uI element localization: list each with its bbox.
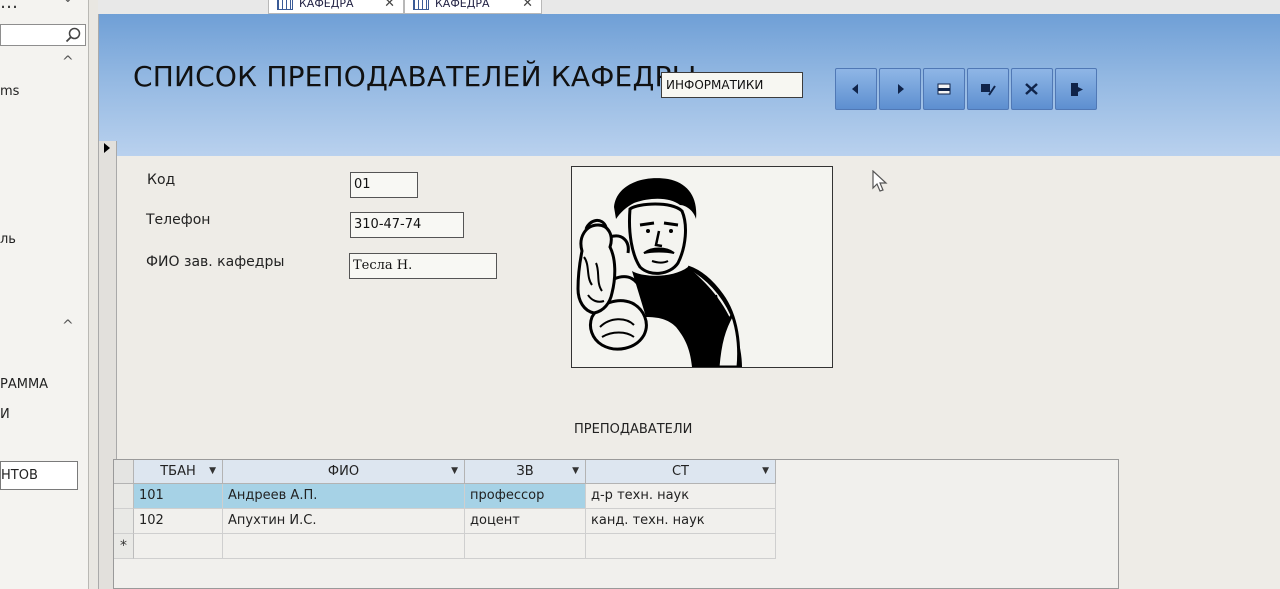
- table-row[interactable]: 102 Апухтин И.С. доцент канд. техн. наук: [114, 509, 1118, 534]
- previous-record-icon: [852, 84, 858, 94]
- dropdown-arrow-icon[interactable]: ▼: [209, 460, 216, 483]
- tab-label: КАФЕДРА: [435, 0, 490, 10]
- phone-label: Телефон: [146, 212, 211, 228]
- table-cell[interactable]: доцент: [465, 509, 586, 534]
- nav-item-selected[interactable]: НТОВ: [0, 461, 78, 490]
- row-selector[interactable]: [114, 509, 134, 534]
- head-photo[interactable]: [571, 166, 833, 369]
- form-title: СПИСОК ПРЕПОДАВАТЕЛЕЙ КАФЕДРЫ: [133, 60, 697, 93]
- previous-record-button[interactable]: [835, 68, 877, 110]
- document-tab-strip: КАФЕДРА ✕ КАФЕДРА ✕: [98, 0, 1280, 14]
- edit-record-icon: [981, 84, 996, 96]
- next-record-icon: [898, 84, 904, 94]
- dropdown-arrow-icon[interactable]: ▼: [762, 460, 769, 483]
- more-options-icon[interactable]: …: [0, 0, 18, 13]
- nav-item[interactable]: РАММА: [0, 377, 48, 392]
- delete-record-button[interactable]: [1011, 68, 1053, 110]
- close-icon[interactable]: ✕: [384, 0, 395, 13]
- teachers-subform: ТБАН ▼ ФИО ▼ ЗВ ▼ СТ ▼ 101 Андреев А.П. …: [113, 459, 1119, 589]
- column-header-label: ФИО: [327, 464, 360, 479]
- department-head-label: ФИО зав. кафедры: [146, 254, 285, 270]
- nav-item[interactable]: ms: [0, 84, 19, 99]
- department-field[interactable]: ИНФОРМАТИКИ: [661, 72, 803, 98]
- table-cell[interactable]: канд. техн. наук: [586, 509, 776, 534]
- form-icon: [277, 0, 293, 10]
- nav-item[interactable]: И: [0, 407, 10, 422]
- department-head-field[interactable]: Тесла Н.: [349, 253, 497, 279]
- search-icon[interactable]: [65, 27, 81, 43]
- form-header: СПИСОК ПРЕПОДАВАТЕЛЕЙ КАФЕДРЫ ИНФОРМАТИК…: [99, 14, 1280, 156]
- table-cell[interactable]: [223, 534, 465, 559]
- search-input[interactable]: [0, 24, 86, 46]
- edit-record-button[interactable]: [967, 68, 1009, 110]
- navigation-pane: … ⌄ ^ ms ль ^ РАММА И НТОВ: [0, 0, 89, 589]
- table-row[interactable]: 101 Андреев А.П. профессор д-р техн. нау…: [114, 484, 1118, 509]
- delete-record-icon: [1025, 83, 1038, 95]
- collapse-group-icon[interactable]: ^: [62, 54, 74, 70]
- close-icon[interactable]: ✕: [522, 0, 533, 13]
- exit-form-icon: [1071, 83, 1083, 96]
- code-label: Код: [147, 172, 176, 188]
- table-cell[interactable]: профессор: [465, 484, 586, 509]
- nav-item[interactable]: ль: [0, 232, 16, 247]
- table-cell[interactable]: Андреев А.П.: [223, 484, 465, 509]
- current-record-icon: [104, 143, 110, 153]
- code-field[interactable]: 01: [350, 172, 418, 198]
- table-cell[interactable]: [134, 534, 223, 559]
- subform-label: ПРЕПОДАВАТЕЛИ: [574, 422, 693, 437]
- table-cell[interactable]: д-р техн. наук: [586, 484, 776, 509]
- column-header-label: ТБАН: [160, 464, 196, 479]
- tab-label: КАФЕДРА: [299, 0, 354, 10]
- collapse-group-icon[interactable]: ^: [62, 318, 74, 334]
- table-cell[interactable]: 102: [134, 509, 223, 534]
- tab-kafedra-form[interactable]: КАФЕДРА ✕: [268, 0, 404, 14]
- new-record-button[interactable]: [923, 68, 965, 110]
- select-all-corner[interactable]: [114, 460, 134, 484]
- column-header-fio[interactable]: ФИО ▼: [223, 460, 465, 484]
- new-record-row[interactable]: *: [114, 534, 1118, 559]
- next-record-button[interactable]: [879, 68, 921, 110]
- dropdown-arrow-icon[interactable]: ▼: [572, 460, 579, 483]
- mouse-pointer-icon: [872, 170, 888, 192]
- column-header-st[interactable]: СТ ▼: [586, 460, 776, 484]
- column-header-label: СТ: [671, 464, 690, 479]
- dropdown-arrow-icon[interactable]: ▼: [451, 460, 458, 483]
- phone-field[interactable]: 310-47-74: [350, 212, 464, 238]
- new-record-icon: [937, 83, 951, 95]
- table-cell[interactable]: 101: [134, 484, 223, 509]
- row-selector[interactable]: [114, 484, 134, 509]
- table-icon: [413, 0, 429, 10]
- person-portrait-icon: [576, 178, 742, 369]
- column-header-tban[interactable]: ТБАН ▼: [134, 460, 223, 484]
- new-record-marker[interactable]: *: [114, 534, 134, 559]
- table-cell[interactable]: [586, 534, 776, 559]
- chevron-down-icon[interactable]: ⌄: [62, 0, 74, 6]
- exit-form-button[interactable]: [1055, 68, 1097, 110]
- table-cell[interactable]: [465, 534, 586, 559]
- column-header-label: ЗВ: [516, 464, 534, 479]
- tab-kafedra-table[interactable]: КАФЕДРА ✕: [404, 0, 542, 14]
- table-cell[interactable]: Апухтин И.С.: [223, 509, 465, 534]
- form-window: СПИСОК ПРЕПОДАВАТЕЛЕЙ КАФЕДРЫ ИНФОРМАТИК…: [98, 14, 1280, 589]
- column-header-zv[interactable]: ЗВ ▼: [465, 460, 586, 484]
